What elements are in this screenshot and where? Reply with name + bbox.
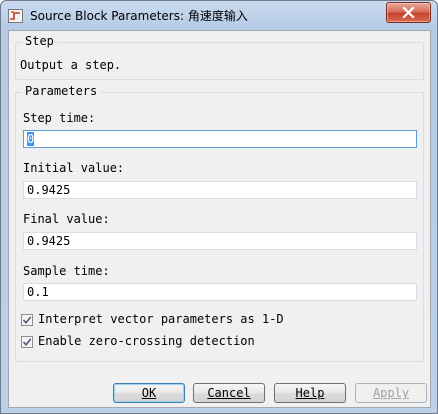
step-group-legend: Step [22,34,57,48]
title-bar[interactable]: Source Block Parameters: 角速度输入 [1,1,437,29]
simulink-block-icon [8,8,23,23]
window-title: Source Block Parameters: 角速度输入 [30,9,248,23]
interpret-vector-label[interactable]: Interpret vector parameters as 1-D [38,312,284,326]
step-time-label: Step time: [23,111,96,125]
interpret-vector-checkbox[interactable] [21,314,33,326]
step-time-input[interactable]: 0 [23,130,417,148]
cancel-button[interactable]: Cancel [193,383,265,403]
zero-crossing-label[interactable]: Enable zero-crossing detection [38,334,255,348]
close-button[interactable] [386,2,431,23]
cancel-button-label: Cancel [207,386,251,400]
dialog-body: Step Output a step. Parameters Step time… [8,30,431,408]
help-button[interactable]: Help [274,383,346,403]
initial-value-input[interactable]: 0.9425 [23,181,417,199]
apply-button[interactable]: Apply [355,383,427,403]
zero-crossing-checkbox[interactable] [21,336,33,348]
sample-time-value: 0.1 [27,285,49,299]
ok-button-label: OK [141,386,157,400]
sample-time-label: Sample time: [23,264,110,278]
block-description: Output a step. [20,58,122,72]
sample-time-input[interactable]: 0.1 [23,283,417,301]
help-button-label: Help [295,386,325,400]
parameters-group-legend: Parameters [22,84,101,98]
apply-button-label: Apply [372,386,410,400]
initial-value-value: 0.9425 [27,183,71,197]
dialog-window: Source Block Parameters: 角速度输入 Step Outp… [0,0,438,414]
final-value-input[interactable]: 0.9425 [23,232,417,250]
step-time-value: 0 [27,132,35,146]
ok-button[interactable]: OK [113,383,185,403]
initial-value-label: Initial value: [23,161,125,175]
step-group: Step Output a step. [15,34,424,80]
final-value-value: 0.9425 [27,234,71,248]
final-value-label: Final value: [23,212,110,226]
